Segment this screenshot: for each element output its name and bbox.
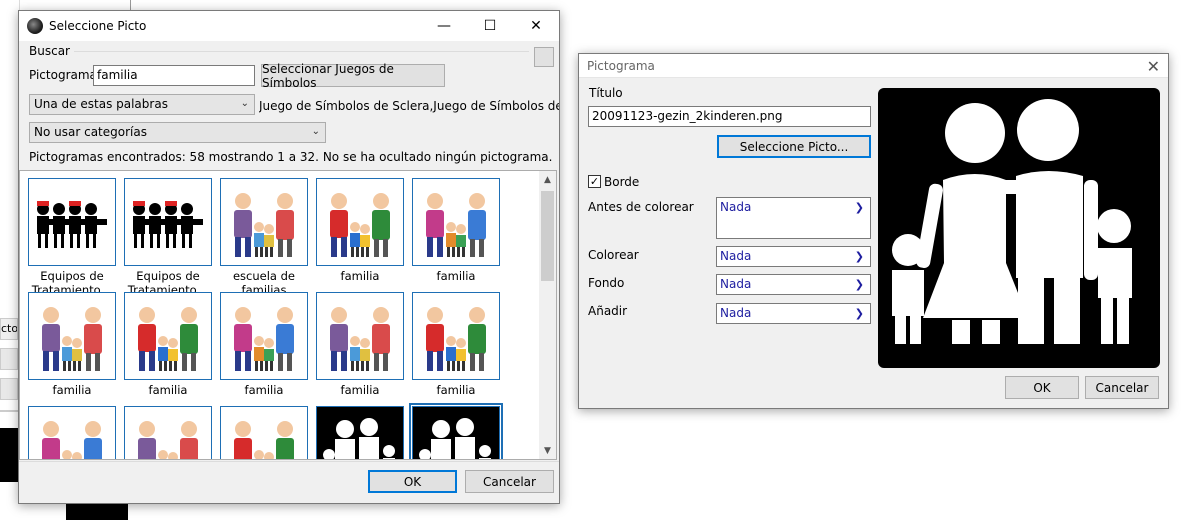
titulo-input[interactable]: 20091123-gezin_2kinderen.png	[588, 106, 871, 127]
results-count-text: Pictogramas encontrados: 58 mostrando 1 …	[29, 150, 553, 164]
background-image	[0, 428, 18, 482]
titulo-label: Título	[589, 86, 623, 100]
category-value: No usar categorías	[34, 125, 147, 139]
cancel-button[interactable]: Cancelar	[465, 470, 554, 493]
borde-checkbox[interactable]: ✓	[588, 175, 601, 188]
pictogram-thumbnail[interactable]	[124, 406, 212, 459]
select-picto-button[interactable]: Seleccione Picto...	[717, 135, 871, 158]
pictogram-thumbnail[interactable]	[316, 178, 404, 266]
anadir-select[interactable]: Nada ❯	[716, 303, 871, 324]
pictogram-thumbnail[interactable]	[28, 292, 116, 380]
minimize-icon[interactable]: —	[421, 11, 467, 41]
pictogram-result-item[interactable]	[219, 406, 309, 459]
pictogram-result-item[interactable]: escuela de familias	[219, 178, 309, 297]
fondo-label: Fondo	[588, 276, 625, 290]
background-divider	[0, 410, 18, 412]
close-icon[interactable]: ✕	[513, 11, 559, 41]
pictogram-result-item[interactable]: Equipos de Tratamiento…	[123, 178, 213, 297]
background-tab-label: ctog	[1, 322, 18, 335]
chevron-down-icon: ⌄	[240, 98, 249, 109]
match-mode-value: Una de estas palabras	[34, 97, 168, 111]
antes-de-colorear-label: Antes de colorear	[588, 200, 694, 214]
antes-de-colorear-value: Nada	[720, 200, 752, 214]
pictogram-result-item[interactable]: Equipos de Tratamiento…	[27, 178, 117, 297]
pictograma-label: Pictograma	[29, 68, 97, 82]
window-title: Seleccione Picto	[49, 19, 147, 33]
anadir-label: Añadir	[588, 304, 628, 318]
pictogram-thumbnail[interactable]	[124, 178, 212, 266]
chevron-down-icon: ❯	[854, 307, 864, 320]
ok-button[interactable]: OK	[368, 470, 457, 493]
pictogram-thumbnail[interactable]	[28, 178, 116, 266]
pictogram-result-item[interactable]: familia	[411, 292, 501, 411]
anadir-value: Nada	[720, 306, 752, 320]
pictograma-titlebar[interactable]: Pictograma ✕	[579, 54, 1168, 78]
close-icon[interactable]: ✕	[1147, 57, 1160, 76]
pictogram-thumbnail[interactable]	[220, 406, 308, 459]
pictogram-result-item[interactable]: familia	[315, 178, 405, 297]
window-title: Pictograma	[587, 58, 655, 73]
chevron-down-icon: ❯	[854, 250, 864, 263]
colorear-value: Nada	[720, 249, 752, 263]
results-scrollbar[interactable]: ▲ ▼	[539, 171, 556, 459]
pictogram-thumbnail[interactable]	[412, 178, 500, 266]
pictogram-result-item[interactable]	[409, 403, 503, 459]
pictogram-result-item[interactable]: familia	[315, 292, 405, 411]
category-select[interactable]: No usar categorías ⌄	[29, 122, 326, 143]
chevron-down-icon: ❯	[854, 278, 864, 291]
fondo-select[interactable]: Nada ❯	[716, 274, 871, 295]
background-app-fragment	[0, 0, 20, 10]
pictogram-result-item[interactable]	[123, 406, 213, 459]
pictogram-result-item[interactable]: familia	[219, 292, 309, 411]
maximize-icon[interactable]: ☐	[467, 11, 513, 41]
app-icon	[27, 18, 43, 34]
background-app-fragment	[130, 0, 430, 10]
dialog-footer: OK Cancelar	[19, 461, 559, 503]
scroll-up-icon[interactable]: ▲	[539, 171, 556, 188]
background-tab[interactable]	[0, 378, 18, 400]
select-picto-titlebar[interactable]: Seleccione Picto — ☐ ✕	[19, 11, 559, 41]
borde-label: Borde	[604, 175, 640, 189]
match-mode-select[interactable]: Una de estas palabras ⌄	[29, 94, 255, 115]
cancel-button[interactable]: Cancelar	[1085, 376, 1159, 399]
scroll-down-icon[interactable]: ▼	[539, 442, 556, 459]
colorear-label: Colorear	[588, 248, 639, 262]
pictogram-result-item[interactable]: familia	[27, 292, 117, 411]
pictogram-preview	[878, 88, 1160, 368]
symbol-sets-text: Juego de Símbolos de Sclera,Juego de Sím…	[259, 99, 559, 113]
background-tab[interactable]	[0, 348, 18, 370]
pictogram-thumbnail[interactable]	[124, 292, 212, 380]
antes-de-colorear-select[interactable]: Nada ❯	[716, 197, 871, 239]
pictogram-thumbnail[interactable]	[316, 406, 404, 459]
scroll-thumb[interactable]	[541, 191, 554, 281]
ok-button[interactable]: OK	[1005, 376, 1079, 399]
select-symbol-sets-button[interactable]: Seleccionar Juegos de Símbolos	[261, 62, 445, 90]
buscar-group-label: Buscar	[29, 44, 70, 58]
expand-panel-button[interactable]	[534, 47, 554, 67]
pictogram-thumbnail[interactable]	[28, 406, 116, 459]
family-pictogram-image	[892, 99, 1132, 344]
pictogram-result-item[interactable]: familia	[411, 178, 501, 297]
search-input[interactable]: familia	[93, 65, 255, 86]
chevron-down-icon: ⌄	[311, 126, 320, 137]
group-divider	[74, 51, 529, 52]
background-tab[interactable]: ctog	[0, 318, 18, 340]
pictogram-result-item[interactable]	[27, 406, 117, 459]
pictogram-thumbnail[interactable]	[316, 292, 404, 380]
pictogram-thumbnail[interactable]	[409, 403, 503, 459]
colorear-select[interactable]: Nada ❯	[716, 246, 871, 267]
pictogram-thumbnail[interactable]	[220, 292, 308, 380]
pictogram-thumbnail[interactable]	[412, 292, 500, 380]
pictogram-result-item[interactable]	[315, 406, 405, 459]
pictogram-result-item[interactable]: familia	[123, 292, 213, 411]
chevron-down-icon: ❯	[854, 201, 864, 214]
pictogram-results-grid: Equipos de Tratamiento… Equipos de Tratam…	[19, 170, 557, 460]
fondo-value: Nada	[720, 277, 752, 291]
pictogram-thumbnail[interactable]	[220, 178, 308, 266]
